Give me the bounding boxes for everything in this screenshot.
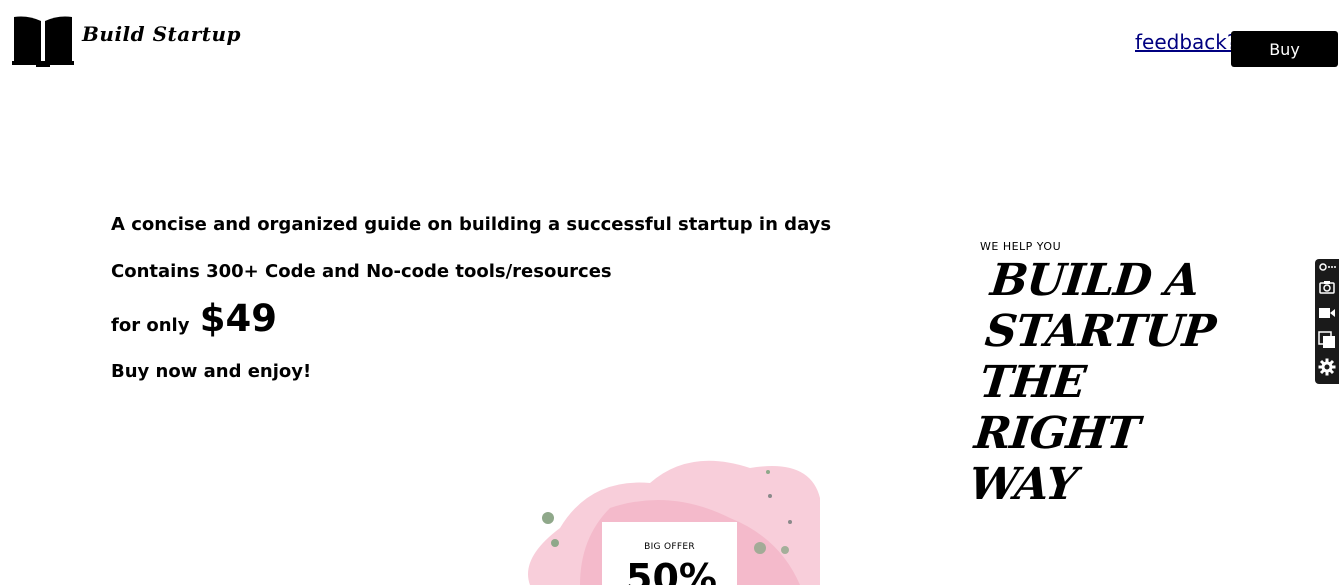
offer-label: BIG OFFER [644,542,695,552]
side-toolbar [1315,259,1339,384]
buy-button[interactable]: Buy [1231,31,1338,67]
price-value: $49 [199,297,277,340]
hero-resources-line: Contains 300+ Code and No-code tools/res… [111,261,612,282]
promo-kicker: WE HELP YOU [980,240,1062,253]
gear-icon[interactable] [1318,358,1336,376]
hero-price-line: for only $49 [111,297,277,340]
promo-headline: BUILD A STARTUP THE RIGHT WAY [966,255,1218,510]
video-icon[interactable] [1318,304,1336,322]
offer-value: 50% [626,556,717,585]
copy-icon[interactable] [1318,331,1336,349]
feedback-link[interactable]: feedback? [1135,30,1238,54]
camera-icon[interactable] [1318,278,1336,296]
pin-icon[interactable] [1318,261,1336,273]
hero-cta-line: Buy now and enjoy! [111,361,312,382]
book-logo-icon[interactable] [12,13,74,67]
hero-tagline: A concise and organized guide on buildin… [111,214,832,235]
brand-name[interactable]: Build Startup [82,22,241,46]
price-prefix: for only [111,315,190,336]
